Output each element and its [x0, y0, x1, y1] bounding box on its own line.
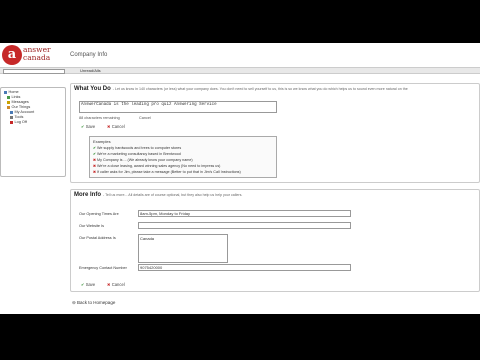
what-you-do-note: - Let us know in 140 characters (or less…: [112, 87, 408, 91]
postal-address-label: Our Postal Address Is: [79, 236, 116, 240]
opening-times-label: Our Opening Times Are: [79, 212, 119, 216]
cancel-button[interactable]: ✖ Cancel: [107, 124, 125, 129]
example-item: ✔We supply hardwoods and trees to comput…: [93, 146, 181, 150]
postal-address-textarea[interactable]: Canada: [138, 234, 228, 263]
cross-icon: ✖: [107, 282, 111, 287]
emergency-number-label: Emergency Contact Number: [79, 266, 127, 270]
cancel-label: Cancel: [111, 124, 125, 129]
cancel-label: Cancel: [111, 282, 125, 287]
back-arrow-icon: ⊖: [72, 300, 76, 305]
what-you-do-textarea[interactable]: AnswerCanada is the leading pro quiz Ans…: [79, 101, 277, 113]
more-info-cancel-button[interactable]: ✖ Cancel: [107, 282, 125, 287]
link-icon: [7, 95, 10, 99]
cancel-hint: Cancel: [139, 116, 151, 120]
sidebar-item-label: My Account: [14, 110, 35, 114]
examples-box: Examples ✔We supply hardwoods and trees …: [89, 136, 277, 178]
sidebar-item-label: Tools: [14, 115, 24, 119]
home-icon: [4, 90, 7, 94]
sidebar-item-label: Messages: [11, 100, 29, 104]
more-info-note: - Tell us more... All details are of cou…: [103, 193, 243, 197]
sidebar: Home Links Messages Our Things My Accoun…: [0, 87, 66, 177]
what-you-do-title: What You Do: [74, 86, 111, 92]
logo-text: answer canada: [23, 46, 51, 62]
what-you-do-heading: What You Do - Let us know in 140 characte…: [74, 86, 408, 92]
toolbar: Unread/Alls: [0, 67, 480, 74]
website-input[interactable]: [138, 222, 351, 229]
example-item: ✔We're a marketing consultancy based in …: [93, 152, 181, 156]
toolbar-search-input[interactable]: [3, 69, 65, 74]
opening-times-input-extension[interactable]: [201, 210, 351, 217]
example-item: ✖We're a close leasing, award winning sa…: [93, 164, 220, 168]
example-text: We're a marketing consultancy based in B…: [97, 152, 181, 156]
emergency-number-input[interactable]: 9075420000: [138, 264, 351, 271]
logo-icon: a: [2, 45, 22, 65]
example-text: We're a close leasing, award winning sal…: [97, 164, 221, 168]
more-info-save-button[interactable]: ✔ Save: [81, 282, 95, 287]
back-label: Back to Homepage: [77, 300, 116, 305]
check-icon: ✔: [81, 282, 85, 287]
chars-remaining: 88 characters remaining: [79, 116, 120, 120]
header: a answer canada Company Info: [0, 43, 480, 65]
more-info-title: More Info: [74, 192, 101, 198]
page-title: Company Info: [70, 52, 108, 58]
save-label: Save: [85, 124, 96, 129]
save-label: Save: [85, 282, 96, 287]
app-screen: a answer canada Company Info Unread/Alls…: [0, 43, 480, 314]
back-to-homepage-link[interactable]: ⊖ Back to Homepage: [72, 300, 115, 306]
save-button[interactable]: ✔ Save: [81, 124, 95, 129]
sidebar-item-label: Links: [11, 95, 21, 99]
website-label: Our Website Is: [79, 224, 105, 228]
logoff-icon: [10, 120, 13, 124]
sidebar-item-label: Home: [8, 90, 19, 94]
example-text: My Company is ... (We already know your …: [97, 158, 193, 162]
check-icon: ✔: [81, 124, 85, 129]
user-icon: [10, 110, 13, 114]
sidebar-item-log-off[interactable]: Log Off: [10, 120, 27, 125]
more-info-panel: More Info - Tell us more... All details a…: [70, 189, 480, 292]
envelope-icon: [7, 100, 10, 104]
logo-line2: canada: [23, 53, 51, 62]
example-item: ✖If caller asks for Jim, please take a m…: [93, 170, 241, 174]
example-item: ✖My Company is ... (We already know your…: [93, 158, 193, 162]
examples-title: Examples: [93, 139, 111, 144]
more-info-heading: More Info - Tell us more... All details a…: [74, 192, 242, 198]
sidebar-item-label: Log Off: [14, 120, 27, 124]
folder-icon: [7, 105, 10, 109]
toolbar-link[interactable]: Unread/Alls: [80, 68, 101, 73]
sidebar-item-label: Our Things: [11, 105, 31, 109]
wrench-icon: [10, 115, 13, 119]
example-text: We supply hardwoods and trees to compute…: [97, 146, 182, 150]
what-you-do-panel: What You Do - Let us know in 140 characte…: [70, 83, 480, 183]
cross-icon: ✖: [107, 124, 111, 129]
example-text: If caller asks for Jim, please take a me…: [97, 170, 241, 174]
